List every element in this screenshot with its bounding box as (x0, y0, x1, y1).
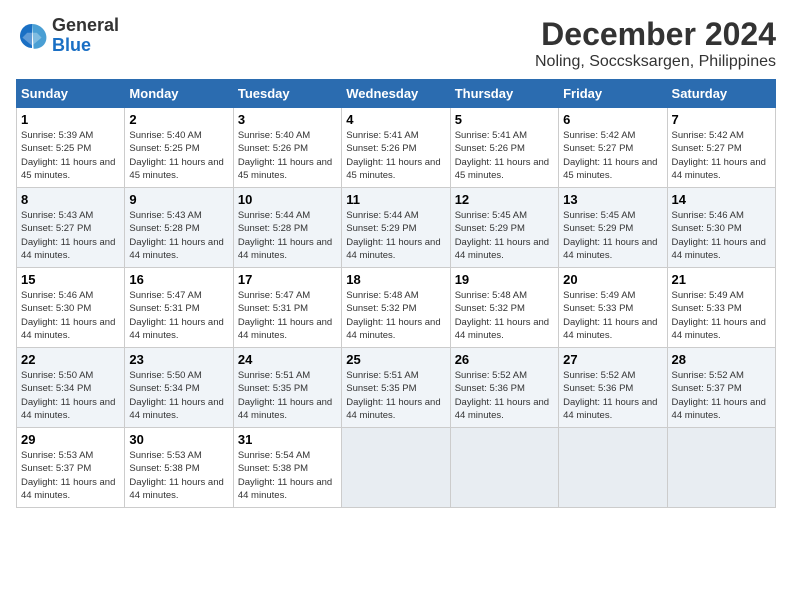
calendar-table: Sunday Monday Tuesday Wednesday Thursday… (16, 79, 776, 508)
header-row: Sunday Monday Tuesday Wednesday Thursday… (17, 80, 776, 108)
table-cell: 19 Sunrise: 5:48 AMSunset: 5:32 PMDaylig… (450, 268, 558, 348)
table-cell: 20 Sunrise: 5:49 AMSunset: 5:33 PMDaylig… (559, 268, 667, 348)
title-area: December 2024 Noling, Soccsksargen, Phil… (535, 16, 776, 71)
table-cell: 5 Sunrise: 5:41 AMSunset: 5:26 PMDayligh… (450, 108, 558, 188)
table-cell (559, 428, 667, 508)
table-cell: 1 Sunrise: 5:39 AMSunset: 5:25 PMDayligh… (17, 108, 125, 188)
table-cell: 11 Sunrise: 5:44 AMSunset: 5:29 PMDaylig… (342, 188, 450, 268)
table-cell (450, 428, 558, 508)
table-cell: 9 Sunrise: 5:43 AMSunset: 5:28 PMDayligh… (125, 188, 233, 268)
logo-text: General Blue (52, 16, 119, 56)
table-cell: 25 Sunrise: 5:51 AMSunset: 5:35 PMDaylig… (342, 348, 450, 428)
table-cell: 17 Sunrise: 5:47 AMSunset: 5:31 PMDaylig… (233, 268, 341, 348)
table-cell: 15 Sunrise: 5:46 AMSunset: 5:30 PMDaylig… (17, 268, 125, 348)
table-row: 1 Sunrise: 5:39 AMSunset: 5:25 PMDayligh… (17, 108, 776, 188)
table-cell: 27 Sunrise: 5:52 AMSunset: 5:36 PMDaylig… (559, 348, 667, 428)
table-cell (667, 428, 775, 508)
col-monday: Monday (125, 80, 233, 108)
month-title: December 2024 (535, 16, 776, 53)
logo-icon (16, 20, 48, 52)
col-wednesday: Wednesday (342, 80, 450, 108)
col-thursday: Thursday (450, 80, 558, 108)
table-cell: 23 Sunrise: 5:50 AMSunset: 5:34 PMDaylig… (125, 348, 233, 428)
table-cell: 3 Sunrise: 5:40 AMSunset: 5:26 PMDayligh… (233, 108, 341, 188)
table-cell: 4 Sunrise: 5:41 AMSunset: 5:26 PMDayligh… (342, 108, 450, 188)
table-cell: 16 Sunrise: 5:47 AMSunset: 5:31 PMDaylig… (125, 268, 233, 348)
table-cell: 31 Sunrise: 5:54 AMSunset: 5:38 PMDaylig… (233, 428, 341, 508)
table-cell: 22 Sunrise: 5:50 AMSunset: 5:34 PMDaylig… (17, 348, 125, 428)
table-cell: 7 Sunrise: 5:42 AMSunset: 5:27 PMDayligh… (667, 108, 775, 188)
table-cell: 2 Sunrise: 5:40 AMSunset: 5:25 PMDayligh… (125, 108, 233, 188)
logo: General Blue (16, 16, 119, 56)
table-row: 8 Sunrise: 5:43 AMSunset: 5:27 PMDayligh… (17, 188, 776, 268)
table-cell: 10 Sunrise: 5:44 AMSunset: 5:28 PMDaylig… (233, 188, 341, 268)
table-row: 15 Sunrise: 5:46 AMSunset: 5:30 PMDaylig… (17, 268, 776, 348)
table-cell (342, 428, 450, 508)
table-cell: 30 Sunrise: 5:53 AMSunset: 5:38 PMDaylig… (125, 428, 233, 508)
table-cell: 6 Sunrise: 5:42 AMSunset: 5:27 PMDayligh… (559, 108, 667, 188)
table-cell: 13 Sunrise: 5:45 AMSunset: 5:29 PMDaylig… (559, 188, 667, 268)
header: General Blue December 2024 Noling, Soccs… (16, 16, 776, 71)
table-cell: 21 Sunrise: 5:49 AMSunset: 5:33 PMDaylig… (667, 268, 775, 348)
table-row: 29 Sunrise: 5:53 AMSunset: 5:37 PMDaylig… (17, 428, 776, 508)
table-cell: 26 Sunrise: 5:52 AMSunset: 5:36 PMDaylig… (450, 348, 558, 428)
table-cell: 28 Sunrise: 5:52 AMSunset: 5:37 PMDaylig… (667, 348, 775, 428)
col-friday: Friday (559, 80, 667, 108)
table-cell: 8 Sunrise: 5:43 AMSunset: 5:27 PMDayligh… (17, 188, 125, 268)
location-title: Noling, Soccsksargen, Philippines (535, 53, 776, 71)
table-cell: 24 Sunrise: 5:51 AMSunset: 5:35 PMDaylig… (233, 348, 341, 428)
col-saturday: Saturday (667, 80, 775, 108)
table-cell: 12 Sunrise: 5:45 AMSunset: 5:29 PMDaylig… (450, 188, 558, 268)
table-row: 22 Sunrise: 5:50 AMSunset: 5:34 PMDaylig… (17, 348, 776, 428)
table-cell: 18 Sunrise: 5:48 AMSunset: 5:32 PMDaylig… (342, 268, 450, 348)
col-tuesday: Tuesday (233, 80, 341, 108)
table-cell: 29 Sunrise: 5:53 AMSunset: 5:37 PMDaylig… (17, 428, 125, 508)
col-sunday: Sunday (17, 80, 125, 108)
table-cell: 14 Sunrise: 5:46 AMSunset: 5:30 PMDaylig… (667, 188, 775, 268)
